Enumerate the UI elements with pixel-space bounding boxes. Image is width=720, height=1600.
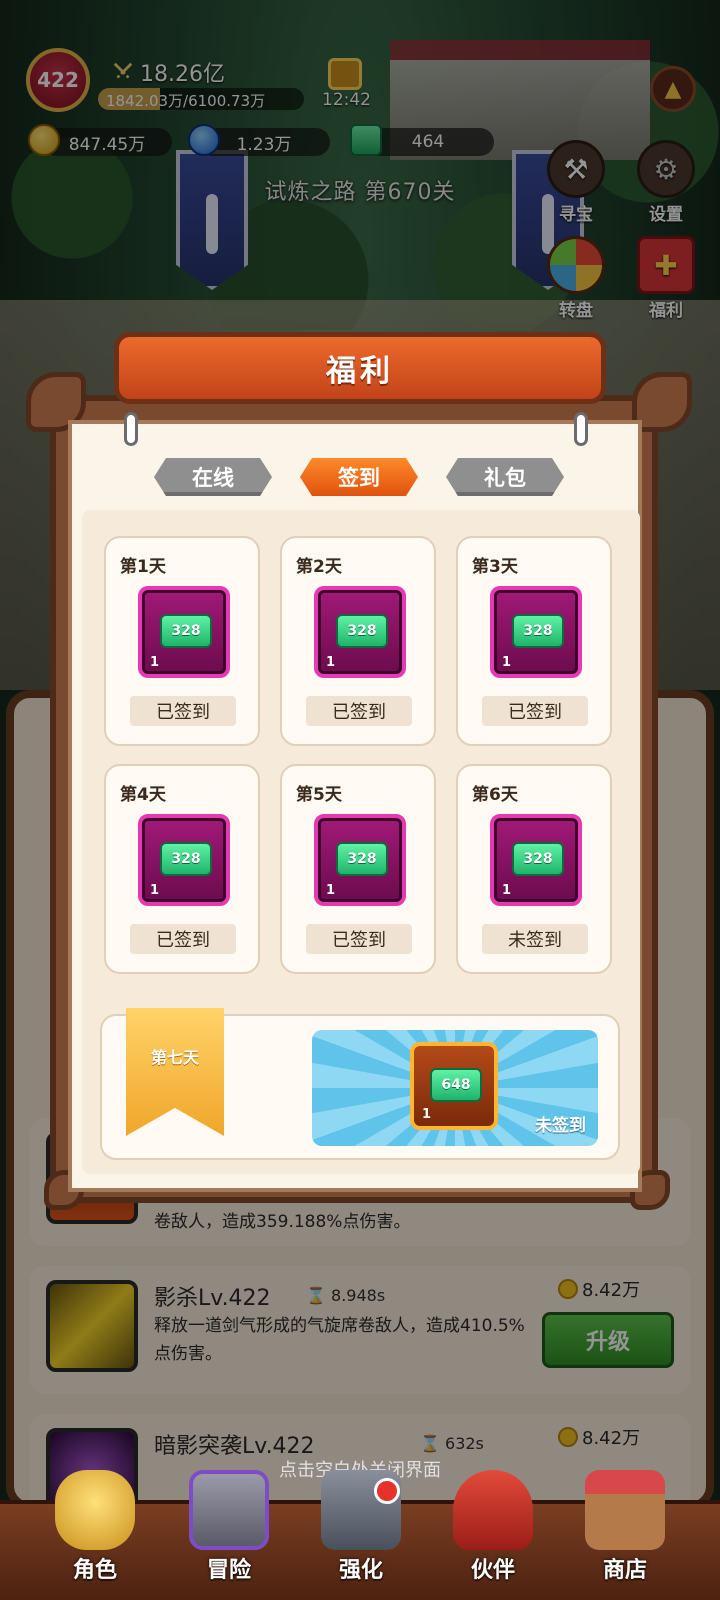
character-icon [55,1470,135,1550]
reward-count: 1 [326,655,336,670]
reward-count: 1 [150,883,160,898]
reward-item[interactable]: 328 1 [490,586,582,678]
day7-ribbon: 第七天 [126,1008,224,1136]
sign-in-status: 未签到 [482,924,588,954]
sign-in-status: 未签到 [535,1116,586,1136]
day-label: 第5天 [296,785,342,805]
notification-dot [374,1478,400,1504]
nav-adventure[interactable]: 冒险 [174,1470,284,1600]
ring-icon [124,412,138,446]
adventure-icon [189,1470,269,1550]
reward-amount: 328 [171,851,201,867]
nav-label: 伙伴 [470,1558,515,1583]
sign-in-status: 已签到 [130,696,236,726]
reward-amount: 328 [347,623,377,639]
reward-amount: 328 [171,623,201,639]
reward-count: 1 [422,1107,432,1122]
reward-item[interactable]: 328 1 [138,586,230,678]
sign-in-status: 已签到 [306,696,412,726]
reward-item[interactable]: 328 1 [314,814,406,906]
nav-label: 强化 [338,1558,383,1583]
day-card-2[interactable]: 第2天 328 1 已签到 [280,536,436,746]
tab-sign-in-label: 签到 [338,466,380,490]
day-card-5[interactable]: 第5天 328 1 已签到 [280,764,436,974]
sign-in-status: 已签到 [306,924,412,954]
day-label: 第3天 [472,557,518,577]
nav-label: 角色 [72,1558,117,1583]
cash-icon: 328 [512,842,564,876]
reward-amount: 328 [523,623,553,639]
nav-label: 商店 [602,1558,647,1583]
nav-character[interactable]: 角色 [40,1470,150,1600]
ring-icon [574,412,588,446]
reward-count: 1 [326,883,336,898]
nav-label: 冒险 [206,1558,251,1583]
cash-icon: 328 [160,842,212,876]
reward-item[interactable]: 648 1 [410,1042,498,1130]
tab-online[interactable]: 在线 [154,458,272,496]
nav-shop[interactable]: 商店 [570,1470,680,1600]
reward-item[interactable]: 328 1 [314,586,406,678]
partner-icon [453,1470,533,1550]
day-label: 第1天 [120,557,166,577]
nav-partner[interactable]: 伙伴 [438,1470,548,1600]
cash-icon: 648 [430,1068,482,1102]
reward-count: 1 [150,655,160,670]
sign-in-status: 已签到 [482,696,588,726]
reward-amount: 328 [523,851,553,867]
reward-amount: 328 [347,851,377,867]
day-card-7[interactable]: 第七天 648 1 未签到 [100,1008,620,1160]
day-label: 第2天 [296,557,342,577]
cash-icon: 328 [512,614,564,648]
day7-reward-panel: 648 1 未签到 [312,1030,598,1146]
tab-gift-pack[interactable]: 礼包 [446,458,564,496]
day-label: 第6天 [472,785,518,805]
reward-item[interactable]: 328 1 [490,814,582,906]
day-card-4[interactable]: 第4天 328 1 已签到 [104,764,260,974]
tab-gift-pack-label: 礼包 [484,466,526,490]
reward-item[interactable]: 328 1 [138,814,230,906]
reward-count: 1 [502,883,512,898]
cash-icon: 328 [336,614,388,648]
modal-title-text: 福利 [326,354,394,389]
cash-icon: 328 [336,842,388,876]
reward-amount: 648 [441,1077,471,1093]
day-label: 第4天 [120,785,166,805]
shop-icon [585,1470,665,1550]
day-card-1[interactable]: 第1天 328 1 已签到 [104,536,260,746]
day-card-3[interactable]: 第3天 328 1 已签到 [456,536,612,746]
tab-online-label: 在线 [192,466,234,490]
sign-in-status: 已签到 [130,924,236,954]
reward-count: 1 [502,655,512,670]
modal-title: 福利 [114,332,606,404]
day7-label: 第七天 [150,1048,199,1067]
tab-sign-in[interactable]: 签到 [300,458,418,496]
cash-icon: 328 [160,614,212,648]
day-card-6[interactable]: 第6天 328 1 未签到 [456,764,612,974]
